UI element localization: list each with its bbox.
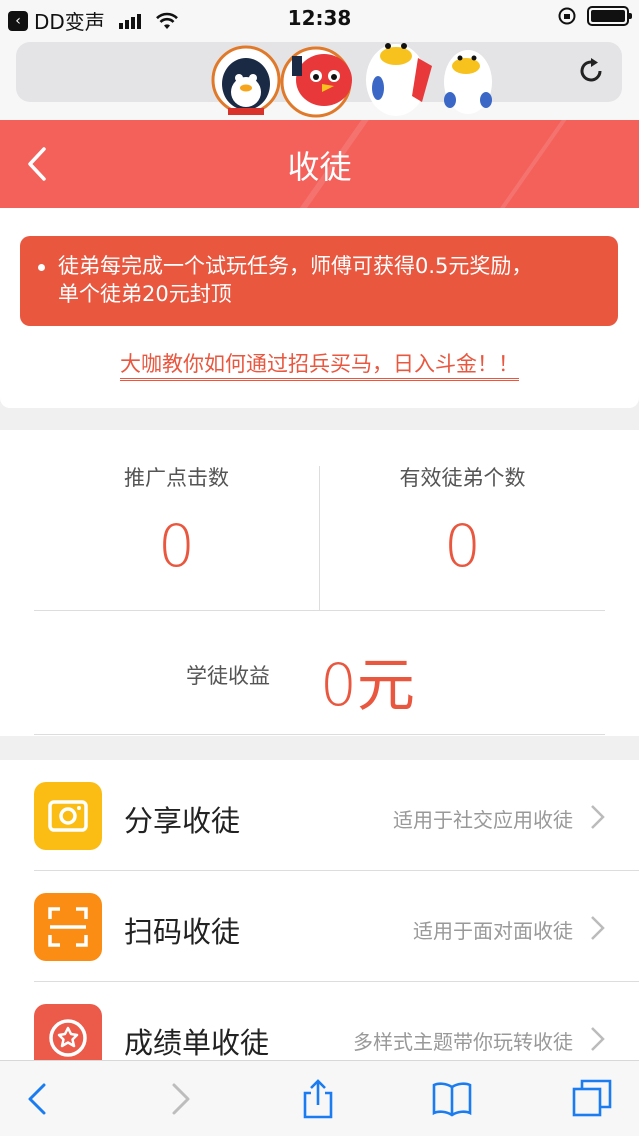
reward-notice: 徒弟每完成一个试玩任务，师傅可获得0.5元奖励， 单个徒弟20元封顶 — [20, 236, 618, 326]
page-header: 收徒 — [0, 120, 639, 208]
clock: 12:38 — [287, 6, 352, 30]
scan-icon — [34, 893, 102, 961]
clicks-value: 0 — [158, 512, 195, 580]
mascot-sticker-overlay — [211, 43, 492, 118]
bullet-icon — [38, 264, 45, 271]
page-title: 收徒 — [287, 148, 352, 186]
chevron-right-icon — [591, 916, 605, 940]
camera-icon — [34, 782, 102, 850]
list-item-title: 扫码收徒 — [124, 915, 241, 949]
back-icon[interactable] — [16, 1077, 60, 1121]
stats-bottom-divider — [34, 734, 605, 735]
stats-card: 推广点击数 0 有效徒弟个数 0 学徒收益 0元 — [0, 430, 639, 736]
earnings-label: 学徒收益 — [186, 664, 270, 688]
battery-icon — [587, 6, 632, 26]
bookmarks-icon[interactable] — [430, 1077, 474, 1121]
list-item-title: 成绩单收徒 — [124, 1026, 270, 1060]
browser-address-area: c — [0, 36, 639, 120]
guide-link-text[interactable]: 大咖教你如何通过招兵买马，日入斗金！！ — [120, 352, 519, 381]
forward-icon[interactable] — [158, 1077, 202, 1121]
list-item-share[interactable]: 分享收徒 适用于社交应用收徒 — [0, 760, 639, 870]
list-item-desc: 多样式主题带你玩转收徒 — [353, 1030, 573, 1054]
list-item-desc: 适用于社交应用收徒 — [393, 808, 573, 832]
reward-notice-line2: 单个徒弟20元封顶 — [58, 282, 232, 306]
tabs-icon[interactable] — [570, 1077, 614, 1121]
clicks-label: 推广点击数 — [124, 466, 229, 490]
chevron-right-icon — [591, 805, 605, 829]
guide-link[interactable]: 大咖教你如何通过招兵买马，日入斗金！！ — [0, 348, 639, 381]
share-icon[interactable] — [296, 1077, 340, 1121]
list-item-scan[interactable]: 扫码收徒 适用于面对面收徒 — [0, 871, 639, 981]
reload-icon[interactable] — [574, 54, 608, 88]
disciples-value: 0 — [444, 512, 481, 580]
status-bar: ‹ DD变声 12:38 — [0, 0, 639, 36]
earnings-value: 0元 — [320, 651, 415, 719]
stats-hdivider — [34, 610, 605, 611]
list-item-desc: 适用于面对面收徒 — [413, 919, 573, 943]
browser-toolbar — [0, 1060, 639, 1136]
recruit-methods-list: 分享收徒 适用于社交应用收徒 扫码收徒 适用于面对面收徒 成绩单收徒 多样式主题… — [0, 760, 639, 1072]
disciples-label: 有效徒弟个数 — [399, 466, 526, 490]
list-item-title: 分享收徒 — [124, 804, 241, 838]
reward-notice-line1: 徒弟每完成一个试玩任务，师傅可获得0.5元奖励， — [58, 254, 533, 278]
rotation-lock-icon — [558, 7, 576, 25]
notice-card: 徒弟每完成一个试玩任务，师傅可获得0.5元奖励， 单个徒弟20元封顶 大咖教你如… — [0, 208, 639, 408]
chevron-right-icon — [591, 1027, 605, 1051]
